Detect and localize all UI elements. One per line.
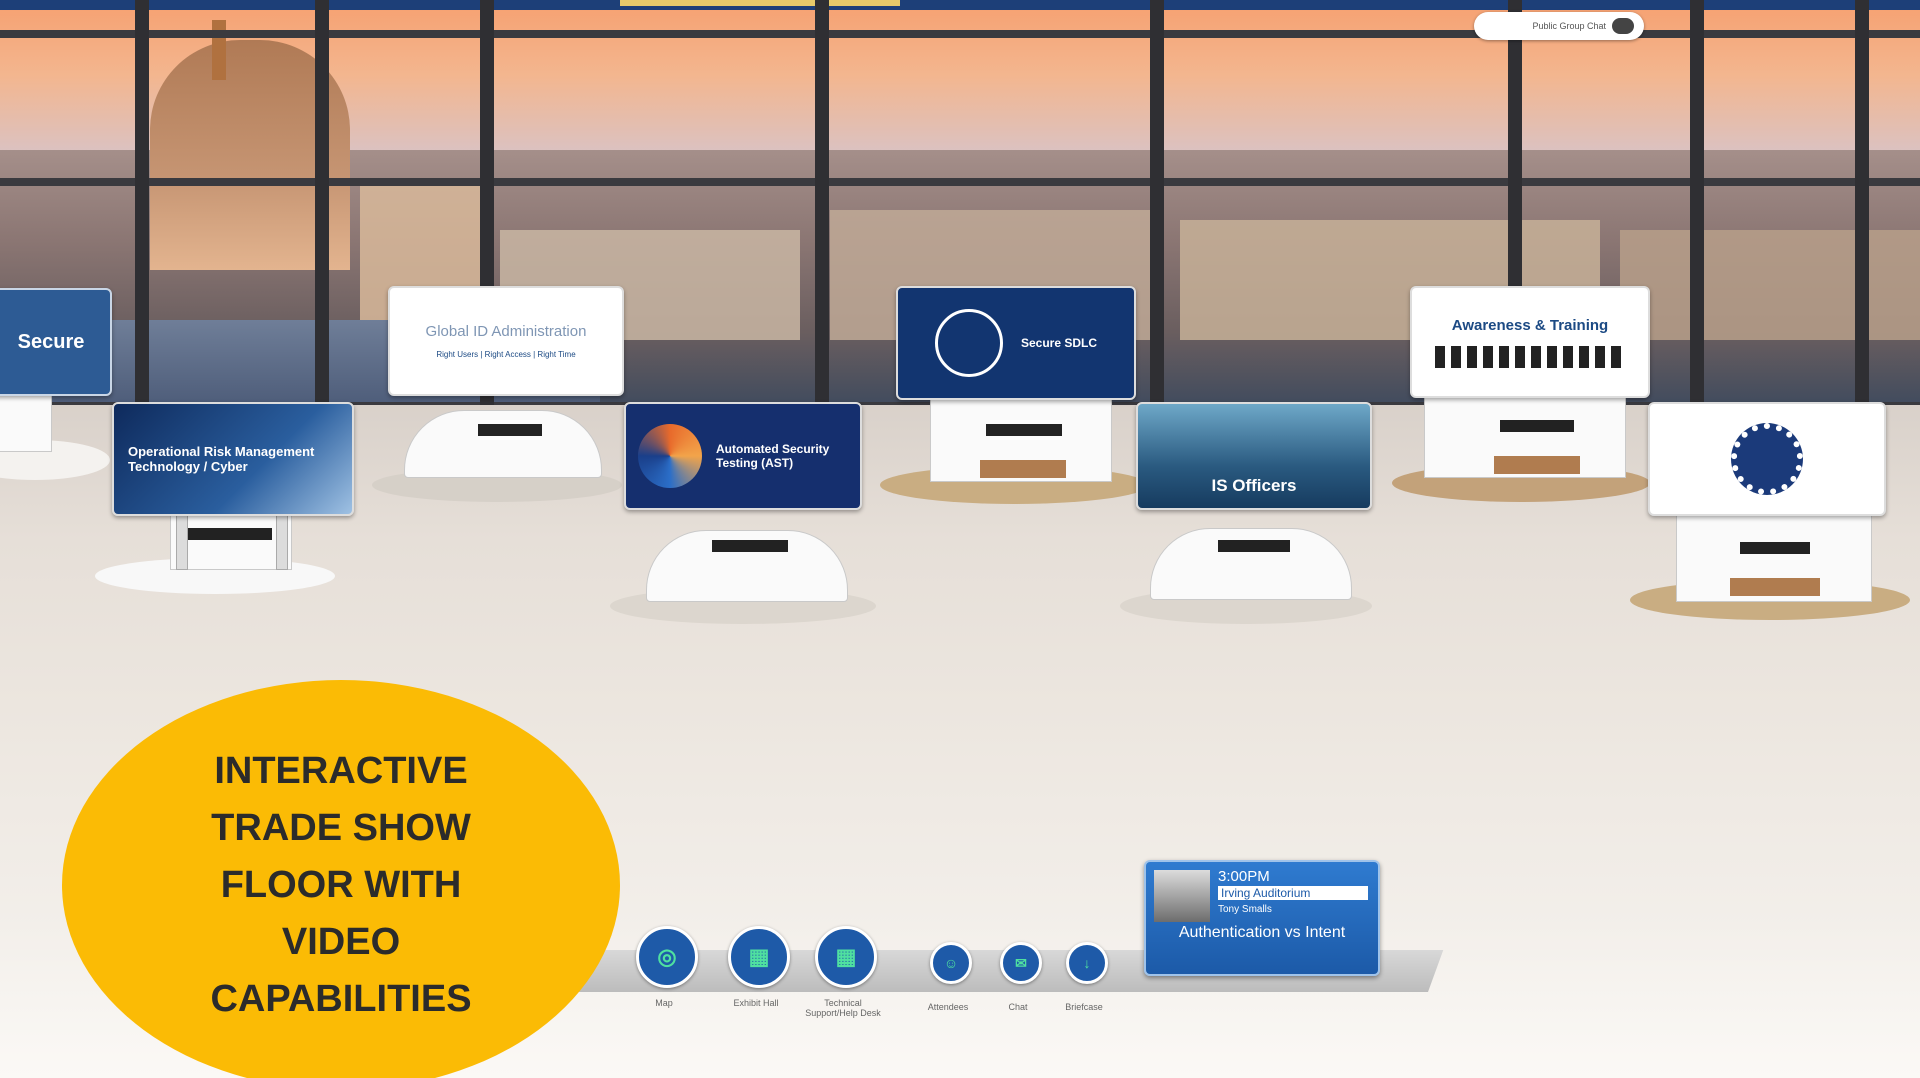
session-time: 3:00PM: [1218, 868, 1270, 885]
booth-sign-awareness-training: Awareness & Training: [1451, 316, 1609, 334]
session-title: Authentication vs Intent: [1178, 924, 1346, 941]
help-grid-icon: ▦: [835, 944, 857, 969]
top-bar: [0, 0, 1920, 10]
help-desk-button[interactable]: ▦: [815, 926, 877, 988]
booth-sign-ast: Automated Security Testing (AST): [716, 442, 830, 470]
attendees-button[interactable]: ☺: [930, 942, 972, 984]
exhibit-hall-label: Exhibit Hall: [733, 998, 779, 1008]
map-button[interactable]: ◎: [636, 926, 698, 988]
person-icon: ☺: [943, 955, 959, 971]
callout-text: INTERACTIVE TRADE SHOW FLOOR WITH VIDEO …: [210, 743, 471, 1028]
attendees-label: Attendees: [927, 1002, 969, 1012]
chat-icon: ✉: [1015, 954, 1027, 971]
session-speaker: Tony Smalls: [1218, 904, 1272, 915]
booth-sign-secure: Secure: [17, 330, 85, 353]
map-label: Map: [655, 998, 673, 1008]
briefcase-label: Briefcase: [1065, 1002, 1103, 1012]
people-silhouettes-icon: [1435, 345, 1625, 368]
callout-line: VIDEO: [281, 920, 401, 963]
callout-line: TRADE SHOW: [211, 806, 471, 849]
booth-sign-operational-risk: Operational Risk Management Technology /…: [128, 444, 315, 474]
callout-line: INTERACTIVE: [214, 749, 468, 792]
upcoming-session-card[interactable]: 3:00PM Irving Auditorium Tony Smalls Aut…: [1144, 860, 1380, 976]
chat-button[interactable]: ✉: [1000, 942, 1042, 984]
chat-bubbles-icon: [1612, 18, 1634, 34]
callout-line: CAPABILITIES: [210, 977, 472, 1020]
callout-line: FLOOR WITH: [220, 863, 462, 906]
booth-subtitle-global-id: Right Users | Right Access | Right Time: [436, 350, 576, 359]
exhibit-hall-button[interactable]: ▦: [728, 926, 790, 988]
download-icon: ↓: [1083, 955, 1091, 971]
public-group-chat-label: Public Group Chat: [1532, 21, 1606, 31]
briefcase-button[interactable]: ↓: [1066, 942, 1108, 984]
parliament-spire: [212, 20, 226, 80]
emblem-logo-icon: [1731, 423, 1803, 495]
grid-icon: ▦: [748, 944, 770, 969]
booth-sign-is-officers: IS Officers: [1211, 476, 1297, 495]
help-desk-label: Technical Support/Help Desk: [805, 998, 881, 1018]
booth-sign-global-id: Global ID Administration: [425, 323, 587, 340]
ast-logo-icon: [638, 424, 702, 488]
map-pin-icon: ◎: [657, 944, 677, 969]
speaker-photo: [1154, 870, 1210, 922]
public-group-chat-button[interactable]: Public Group Chat: [1474, 12, 1644, 40]
feature-callout: INTERACTIVE TRADE SHOW FLOOR WITH VIDEO …: [62, 680, 620, 1078]
session-room: Irving Auditorium: [1218, 886, 1368, 900]
secure-sdlc-logo-icon: [934, 309, 1003, 377]
booth-sign-secure-sdlc: Secure SDLC: [1020, 336, 1098, 350]
virtual-trade-show-scene: Public Group Chat Secure Operational Ris…: [0, 0, 1920, 1078]
